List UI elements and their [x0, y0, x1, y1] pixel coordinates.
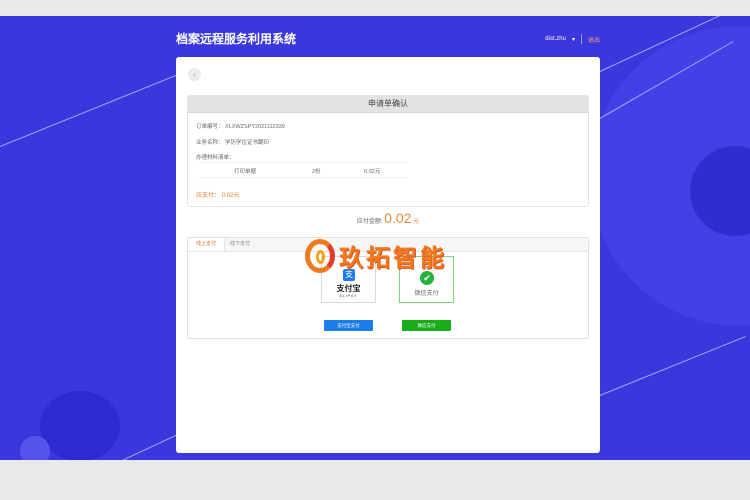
wechat-label: 微信支付	[414, 291, 439, 297]
items-table: 打印单据 2份 0.02元	[198, 162, 408, 178]
username[interactable]: dist.zhu	[545, 36, 566, 42]
decor-circle	[20, 436, 50, 460]
main-card: ‹ 申请单确认 订单编号： XLXWZSPY2021112339 业务名称： 学…	[176, 57, 600, 453]
amount-value: 0.02	[384, 210, 412, 226]
order-number: XLXWZSPY2021112339	[225, 124, 285, 130]
user-menu[interactable]: dist.zhu ▾ 退出	[545, 34, 600, 44]
decor-line	[0, 71, 186, 147]
background-stage: 档案远程服务利用系统 dist.zhu ▾ 退出 ‹ 申请单确认 订单编号： X…	[0, 16, 750, 460]
decor-circle	[40, 391, 120, 460]
tab-online-payment[interactable]: 线上支付	[188, 238, 226, 251]
order-label: 订单编号：	[196, 124, 224, 130]
amount-label: 应付金额:	[356, 219, 383, 225]
total-label: 应支付：	[196, 193, 221, 199]
amount-unit: 元	[413, 219, 420, 225]
panel-title: 申请单确认	[188, 96, 588, 113]
confirm-panel: 申请单确认 订单编号： XLXWZSPY2021112339 业务名称： 学历学…	[187, 95, 589, 207]
back-button[interactable]: ‹	[188, 68, 201, 81]
alipay-option[interactable]: 支 支付宝 ALIPAY	[321, 256, 376, 303]
wechat-check-icon: ✔	[420, 271, 434, 285]
business-row: 业务名称： 学历学位证书翻印	[196, 138, 269, 146]
wechat-option[interactable]: ✔ 微信支付	[399, 256, 454, 303]
pay-amount: 应付金额: 0.02 元	[176, 210, 600, 226]
alipay-brand: 支付宝	[336, 284, 361, 293]
chevron-left-icon: ‹	[193, 70, 196, 79]
chevron-down-icon[interactable]: ▾	[572, 36, 575, 43]
tab-bar: 线上支付 线下支付	[188, 238, 588, 252]
wechat-pay-button[interactable]: 微信支付	[402, 320, 451, 331]
item-name: 打印单据	[234, 169, 257, 175]
total-value: 0.02元	[221, 193, 240, 199]
business-name: 学历学位证书翻印	[225, 140, 270, 146]
total-due: 应支付： 0.02元	[196, 190, 239, 199]
logout-link[interactable]: 退出	[588, 35, 600, 44]
payment-tabs: 线上支付 线下支付 支 支付宝 ALIPAY ✔ 微信支付 支付宝支付 微信支付	[187, 237, 589, 339]
alipay-pay-button[interactable]: 支付宝支付	[324, 320, 373, 331]
item-price: 0.02元	[364, 169, 381, 175]
item-count: 2份	[312, 169, 321, 175]
business-label: 业务名称：	[196, 140, 224, 146]
app-title: 档案远程服务利用系统	[176, 32, 297, 46]
tab-offline-payment[interactable]: 线下支付	[222, 238, 258, 251]
order-row: 订单编号： XLXWZSPY2021112339	[196, 122, 285, 130]
divider	[580, 34, 582, 44]
alipay-sub: ALIPAY	[339, 294, 358, 298]
items-label: 办理材料清单：	[196, 155, 235, 161]
alipay-icon: 支	[343, 269, 355, 281]
